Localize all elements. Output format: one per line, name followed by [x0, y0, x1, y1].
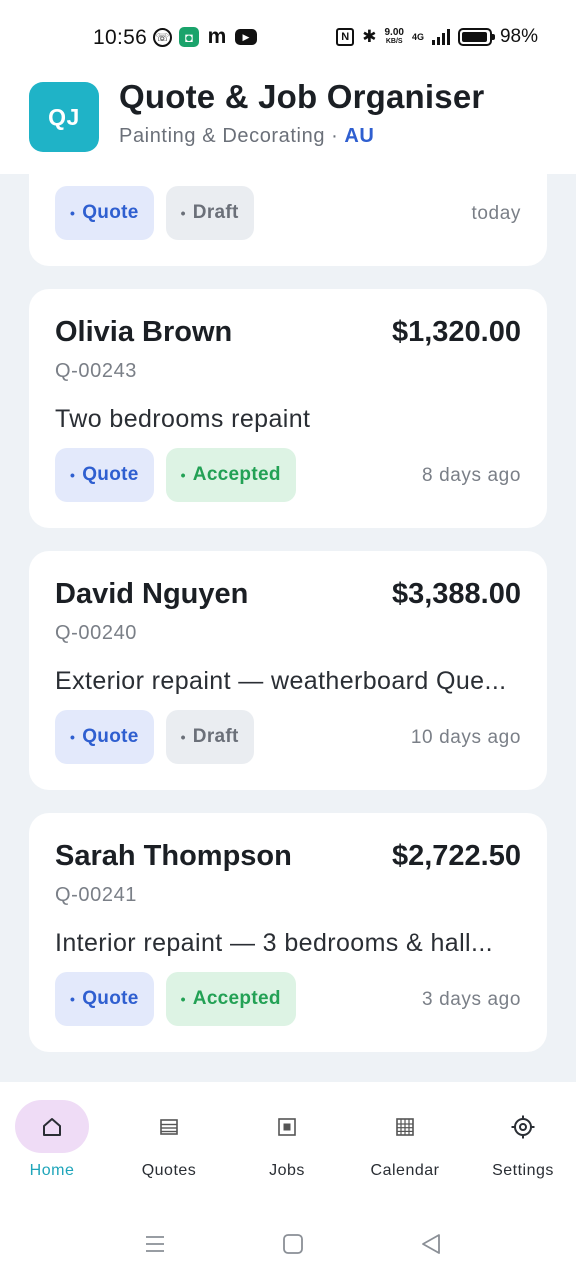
- network-speed-unit: KB/S: [385, 38, 403, 45]
- nav-calendar-pill: [368, 1100, 442, 1153]
- quote-card[interactable]: David Nguyen $3,388.00 Q-00240 Exterior …: [29, 551, 547, 790]
- status-badge: • Accepted: [165, 448, 296, 502]
- nfc-icon: N: [336, 28, 355, 46]
- status-badge-label: Accepted: [192, 464, 281, 485]
- battery-icon: [457, 28, 495, 46]
- subtitle-separator: ·: [331, 125, 339, 147]
- status-badge: • Draft: [165, 186, 254, 240]
- nav-calendar[interactable]: Calendar: [347, 1082, 463, 1198]
- quote-description: Two bedrooms repaint: [55, 405, 311, 433]
- bluetooth-icon: ✱: [362, 27, 377, 46]
- signal-icon: [431, 29, 450, 45]
- battery-percent: 98%: [499, 26, 538, 47]
- quote-card[interactable]: Sarah Thompson $2,722.50 Q-00241 Interio…: [29, 813, 547, 1052]
- nav-jobs[interactable]: Jobs: [229, 1082, 345, 1198]
- card-badges: • Quote • Draft: [55, 186, 254, 240]
- nav-settings[interactable]: Settings: [465, 1082, 576, 1198]
- status-badge-label: Draft: [192, 202, 239, 223]
- type-badge-label: Quote: [82, 726, 139, 747]
- status-badge-label: Accepted: [192, 988, 281, 1009]
- system-indicators: N ✱ 9.00 KB/S 4G 98%: [336, 26, 538, 48]
- type-badge-label: Quote: [82, 464, 139, 485]
- nav-home-label: Home: [29, 1162, 75, 1179]
- shield-icon: ◘: [179, 27, 199, 47]
- nav-settings-label: Settings: [492, 1162, 554, 1179]
- quote-description: Exterior repaint — weatherboard Que...: [55, 667, 507, 695]
- m-icon: m: [207, 25, 227, 48]
- business-type: Painting & Decorating: [119, 125, 326, 147]
- badge-dot: •: [180, 467, 186, 483]
- card-badges: • Quote • Draft: [55, 710, 254, 764]
- badge-dot: •: [70, 991, 76, 1007]
- status-time: 10:56: [93, 26, 148, 49]
- badge-dot: •: [70, 205, 76, 221]
- nav-home-pill: [15, 1100, 89, 1153]
- nav-quotes-label: Quotes: [141, 1162, 197, 1179]
- badge-dot: •: [180, 991, 186, 1007]
- home-icon: [43, 1117, 61, 1136]
- nav-jobs-pill: [250, 1100, 324, 1153]
- quote-amount: $2,722.50: [391, 840, 521, 872]
- notification-icons: ☏ ◘ m ▶: [153, 25, 257, 48]
- type-badge: • Quote: [55, 186, 154, 240]
- gear-icon: [511, 1115, 535, 1138]
- type-badge-label: Quote: [82, 988, 139, 1009]
- network-type: 4G: [411, 31, 424, 42]
- nav-jobs-label: Jobs: [269, 1162, 305, 1179]
- nav-home[interactable]: Home: [0, 1082, 110, 1198]
- battery-fill: [461, 32, 488, 42]
- nav-calendar-label: Calendar: [370, 1162, 440, 1179]
- page-subtitle: Painting & Decorating · AU: [119, 125, 374, 148]
- job-icon: [278, 1117, 296, 1136]
- viber-icon: ☏: [153, 27, 172, 47]
- client-name: David Nguyen: [55, 578, 249, 610]
- badge-dot: •: [70, 729, 76, 745]
- back-triangle-icon[interactable]: [419, 1232, 443, 1256]
- card-badges: • Quote • Accepted: [55, 448, 296, 502]
- card-badges: • Quote • Accepted: [55, 972, 296, 1026]
- quote-id: Q-00243: [55, 360, 138, 382]
- youtube-icon: ▶: [235, 29, 257, 45]
- badge-dot: •: [180, 729, 186, 745]
- nav-quotes[interactable]: Quotes: [111, 1082, 227, 1198]
- type-badge: • Quote: [55, 448, 154, 502]
- quote-id: Q-00240: [55, 622, 138, 644]
- badge-dot: •: [70, 467, 76, 483]
- home-square-icon[interactable]: [281, 1232, 305, 1256]
- quote-description: Interior repaint — 3 bedrooms & hall...: [55, 929, 494, 957]
- app-logo: QJ: [29, 82, 99, 152]
- nav-quotes-pill: [132, 1100, 206, 1153]
- card-time: 8 days ago: [422, 465, 521, 486]
- quote-card[interactable]: • Quote • Draft today: [29, 174, 547, 266]
- list-icon: [160, 1118, 178, 1135]
- type-badge: • Quote: [55, 710, 154, 764]
- status-badge-label: Draft: [192, 726, 239, 747]
- quote-amount: $3,388.00: [391, 578, 521, 610]
- client-name: Olivia Brown: [55, 316, 233, 348]
- calendar-icon: [396, 1117, 414, 1136]
- type-badge-label: Quote: [82, 202, 139, 223]
- page-title: Quote & Job Organiser: [119, 78, 485, 115]
- badge-dot: •: [180, 205, 186, 221]
- network-speed-value: 9.00: [384, 27, 404, 38]
- status-bar: 10:56 ☏ ◘ m ▶ N ✱ 9.00 KB/S 4G 98%: [0, 0, 576, 70]
- client-name: Sarah Thompson: [55, 840, 292, 872]
- menu-icon[interactable]: [143, 1232, 167, 1256]
- card-time: today: [471, 203, 521, 224]
- nav-settings-pill: [486, 1100, 560, 1153]
- system-nav-bar: [0, 1198, 576, 1280]
- region-label: AU: [344, 125, 375, 147]
- type-badge: • Quote: [55, 972, 154, 1026]
- card-time: 3 days ago: [422, 989, 521, 1010]
- status-badge: • Draft: [165, 710, 254, 764]
- quote-id: Q-00241: [55, 884, 138, 906]
- quote-card[interactable]: Olivia Brown $1,320.00 Q-00243 Two bedro…: [29, 289, 547, 528]
- bottom-nav: Home Quotes Jobs Calendar Settings: [0, 1082, 576, 1198]
- quote-amount: $1,320.00: [391, 316, 521, 348]
- network-speed: 9.00 KB/S: [384, 28, 403, 46]
- app-header: QJ Quote & Job Organiser Painting & Deco…: [0, 70, 576, 174]
- quote-list[interactable]: • Quote • Draft today Olivia Brown $1,320.…: [0, 174, 576, 1082]
- card-time: 10 days ago: [410, 727, 521, 748]
- status-badge: • Accepted: [165, 972, 296, 1026]
